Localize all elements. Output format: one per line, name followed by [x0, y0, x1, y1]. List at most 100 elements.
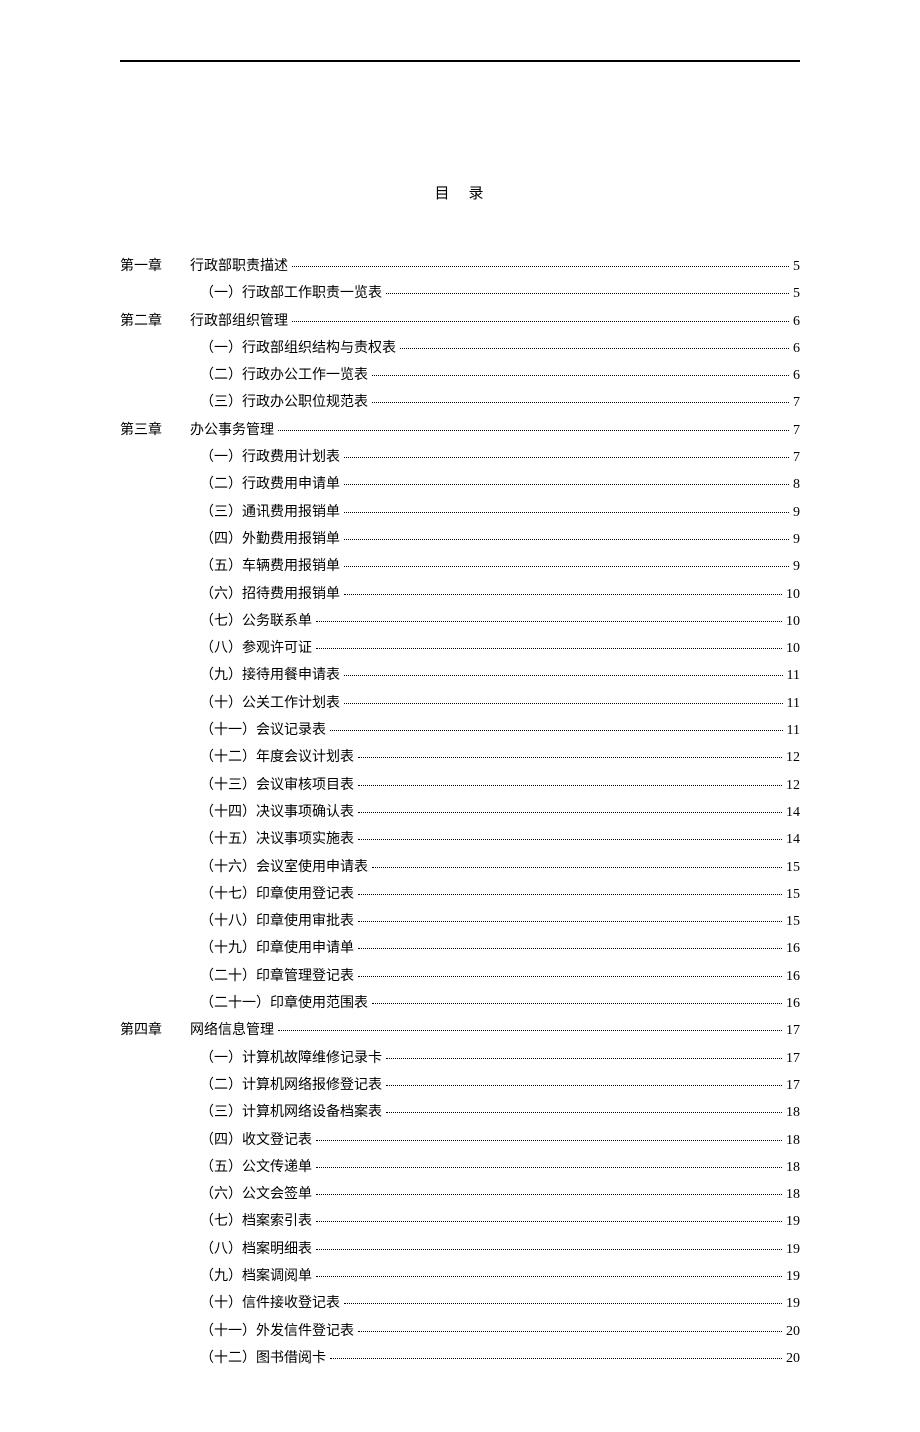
- toc-page-number: 16: [786, 963, 800, 990]
- toc-page-number: 12: [786, 772, 800, 799]
- toc-label: （六）公文会签单: [120, 1181, 312, 1208]
- toc-row: （九）接待用餐申请表 11: [120, 662, 800, 689]
- toc-leader-dots: [372, 402, 789, 403]
- toc-row: （一）计算机故障维修记录卡 17: [120, 1045, 800, 1072]
- toc-row: （十一）外发信件登记表20: [120, 1318, 800, 1345]
- toc-row: 第三章办公事务管理7: [120, 417, 800, 444]
- toc-leader-dots: [344, 512, 789, 513]
- toc-page-number: 20: [786, 1345, 800, 1372]
- toc-page-number: 18: [786, 1154, 800, 1181]
- toc-label: （六）招待费用报销单: [120, 581, 340, 608]
- toc-leader-dots: [358, 921, 782, 922]
- toc-page-number: 11: [787, 662, 800, 689]
- toc-label: 网络信息管理: [190, 1017, 274, 1044]
- toc-row: 第四章网络信息管理17: [120, 1017, 800, 1044]
- toc-label: （十六）会议室使用申请表: [120, 854, 368, 881]
- toc-label: （十）信件接收登记表: [120, 1290, 340, 1317]
- toc-leader-dots: [386, 1085, 782, 1086]
- toc-leader-dots: [344, 1303, 782, 1304]
- toc-row: （二）行政办公工作一览表6: [120, 362, 800, 389]
- toc-row: （十四）决议事项确认表14: [120, 799, 800, 826]
- toc-label: （三）通讯费用报销单: [120, 499, 340, 526]
- toc-row: （十九）印章使用申请单16: [120, 935, 800, 962]
- toc-label: （十八）印章使用审批表: [120, 908, 354, 935]
- toc-chapter: 第二章: [120, 308, 190, 335]
- toc-page-number: 5: [793, 253, 800, 280]
- toc-page-number: 7: [793, 389, 800, 416]
- toc-row: （五）车辆费用报销单 9: [120, 553, 800, 580]
- toc-leader-dots: [278, 1030, 782, 1031]
- toc-label: （二十一）印章使用范围表: [120, 990, 368, 1017]
- toc-label: （十九）印章使用申请单: [120, 935, 354, 962]
- toc-label: 行政部职责描述: [190, 253, 288, 280]
- toc-leader-dots: [330, 1358, 782, 1359]
- toc-label: （七）公务联系单: [120, 608, 312, 635]
- toc-label: （四）外勤费用报销单: [120, 526, 340, 553]
- toc-page-number: 9: [793, 553, 800, 580]
- toc-page-number: 15: [786, 908, 800, 935]
- toc-chapter: 第四章: [120, 1017, 190, 1044]
- toc-page-number: 18: [786, 1181, 800, 1208]
- toc-row: （四）收文登记表18: [120, 1127, 800, 1154]
- toc-leader-dots: [372, 867, 782, 868]
- toc-page-number: 11: [787, 717, 800, 744]
- toc-title: 目 录: [120, 182, 800, 203]
- toc-page-number: 17: [786, 1045, 800, 1072]
- toc-row: （四）外勤费用报销单9: [120, 526, 800, 553]
- toc-page-number: 15: [786, 881, 800, 908]
- toc-page-number: 12: [786, 744, 800, 771]
- toc-row: （一）行政部工作职责一览表5: [120, 280, 800, 307]
- toc-label: （二十）印章管理登记表: [120, 963, 354, 990]
- toc-leader-dots: [316, 1167, 782, 1168]
- toc-page-number: 14: [786, 826, 800, 853]
- toc-row: （十八）印章使用审批表 15: [120, 908, 800, 935]
- toc-row: 第一章行政部职责描述 5: [120, 253, 800, 280]
- toc-chapter: 第一章: [120, 253, 190, 280]
- toc-row: （十三）会议审核项目表12: [120, 772, 800, 799]
- toc-page-number: 7: [793, 417, 800, 444]
- toc-label: （五）车辆费用报销单: [120, 553, 340, 580]
- toc-page-number: 10: [786, 581, 800, 608]
- toc-label: （八）档案明细表: [120, 1236, 312, 1263]
- toc-leader-dots: [358, 894, 782, 895]
- toc-label: （七）档案索引表: [120, 1208, 312, 1235]
- toc-row: （十一）会议记录表11: [120, 717, 800, 744]
- table-of-contents: 第一章行政部职责描述5（一）行政部工作职责一览表5第二章行政部组织管理6（一）行…: [120, 253, 800, 1372]
- toc-row: 第二章行政部组织管理6: [120, 308, 800, 335]
- toc-label: （一）计算机故障维修记录卡: [120, 1045, 382, 1072]
- toc-row: （二）行政费用申请单8: [120, 471, 800, 498]
- toc-leader-dots: [344, 675, 783, 676]
- toc-row: （二十）印章管理登记表 16: [120, 963, 800, 990]
- toc-page-number: 8: [793, 471, 800, 498]
- toc-leader-dots: [386, 1058, 782, 1059]
- toc-page-number: 17: [786, 1072, 800, 1099]
- toc-row: （三）计算机网络设备档案表18: [120, 1099, 800, 1126]
- toc-label: （九）接待用餐申请表: [120, 662, 340, 689]
- toc-label: （四）收文登记表: [120, 1127, 312, 1154]
- toc-leader-dots: [344, 703, 783, 704]
- toc-leader-dots: [344, 594, 782, 595]
- toc-row: （九）档案调阅单19: [120, 1263, 800, 1290]
- toc-label: （三）行政办公职位规范表: [120, 389, 368, 416]
- toc-label: （一）行政费用计划表: [120, 444, 340, 471]
- toc-leader-dots: [358, 757, 782, 758]
- toc-label: （十七）印章使用登记表: [120, 881, 354, 908]
- toc-row: （八）参观许可证10: [120, 635, 800, 662]
- toc-label: （二）行政办公工作一览表: [120, 362, 368, 389]
- toc-leader-dots: [358, 976, 782, 977]
- toc-row: （十七）印章使用登记表 15: [120, 881, 800, 908]
- toc-label: 行政部组织管理: [190, 308, 288, 335]
- toc-label: （二）计算机网络报修登记表: [120, 1072, 382, 1099]
- toc-page-number: 7: [793, 444, 800, 471]
- toc-page-number: 18: [786, 1099, 800, 1126]
- toc-row: （五）公文传递单18: [120, 1154, 800, 1181]
- toc-page-number: 19: [786, 1263, 800, 1290]
- toc-leader-dots: [372, 1003, 782, 1004]
- toc-row: （八）档案明细表19: [120, 1236, 800, 1263]
- toc-leader-dots: [316, 648, 782, 649]
- toc-page-number: 15: [786, 854, 800, 881]
- toc-page-number: 6: [793, 335, 800, 362]
- toc-label: （十）公关工作计划表: [120, 690, 340, 717]
- toc-page-number: 5: [793, 280, 800, 307]
- toc-chapter: 第三章: [120, 417, 190, 444]
